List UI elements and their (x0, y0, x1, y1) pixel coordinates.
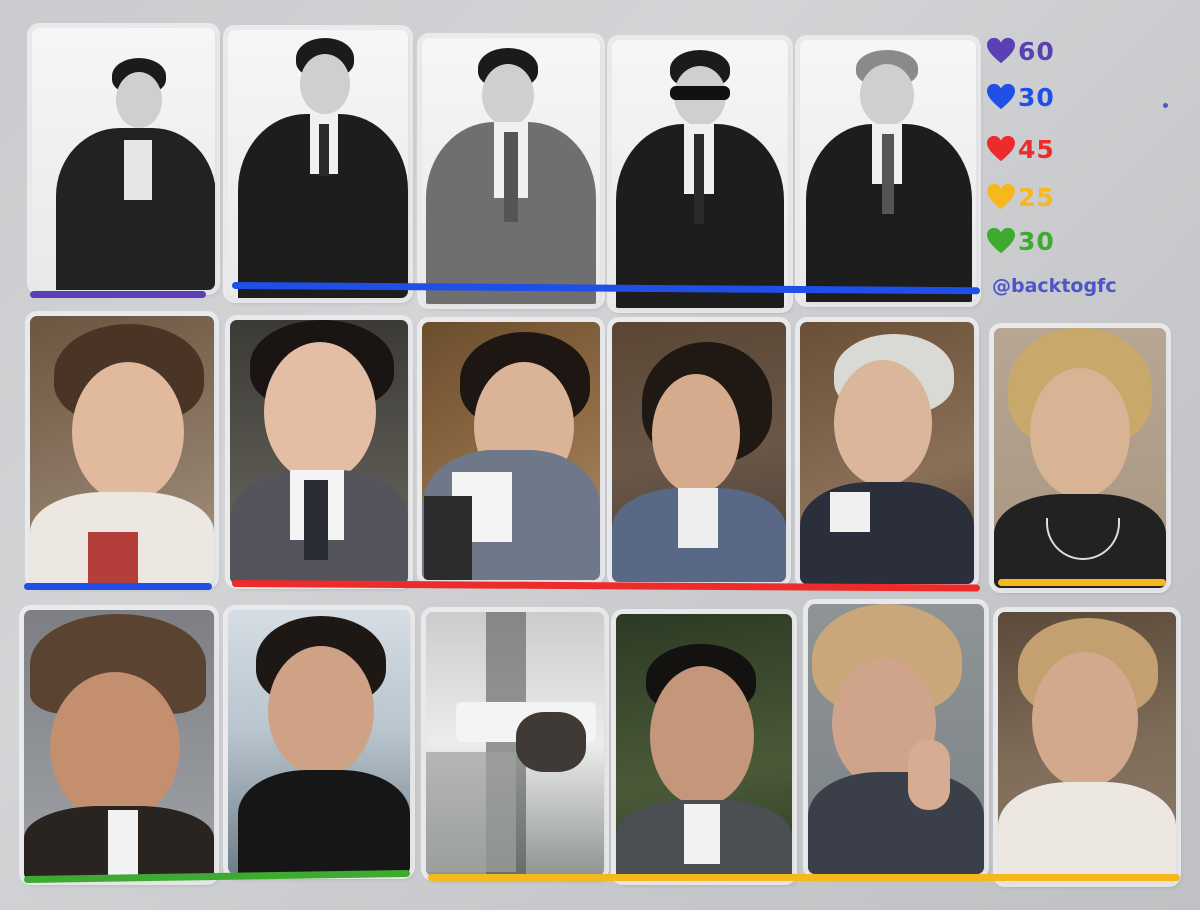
marker-line-purple (30, 291, 206, 298)
price-label: 25 (1018, 182, 1055, 212)
photocard-row3-1 (24, 610, 214, 880)
photocard-row3-3 (426, 612, 604, 876)
price-label: 30 (1018, 226, 1055, 256)
price-label: 45 (1018, 134, 1055, 164)
red-heart-icon (987, 135, 1015, 162)
photocard-row2-4 (612, 322, 786, 582)
photocard-row1-5 (800, 40, 976, 302)
photocard-row3-6 (998, 612, 1176, 882)
photocard-row1-3 (422, 38, 600, 304)
purple-heart-icon (987, 37, 1015, 64)
marker-line-blue (24, 583, 212, 590)
photocard-row1-2 (228, 30, 408, 298)
photocard-row1-1 (32, 28, 215, 290)
price-row-purple: 60 (986, 34, 1055, 68)
photocard-row1-4 (612, 40, 788, 308)
photocard-row2-3 (422, 322, 600, 580)
photocard-row2-5 (800, 322, 974, 584)
blue-heart-icon (987, 83, 1015, 110)
price-row-yellow: 25 (986, 180, 1055, 214)
seller-handle: @backtogfc (992, 275, 1117, 297)
marker-line-yellow (998, 579, 1166, 586)
photocard-row3-4 (616, 614, 792, 880)
photocard-row3-5 (808, 604, 984, 874)
photocard-row2-1 (30, 316, 214, 584)
price-label: 30 (1018, 82, 1055, 112)
price-label: 60 (1018, 36, 1055, 66)
marker-dot (1163, 103, 1168, 108)
photocard-row2-2 (230, 320, 408, 584)
yellow-heart-icon (987, 183, 1015, 210)
price-row-green: 30 (986, 224, 1055, 258)
price-row-red: 45 (986, 132, 1055, 166)
marker-line-yellow (428, 874, 1180, 881)
green-heart-icon (987, 227, 1015, 254)
photocard-row2-6 (994, 328, 1166, 588)
photocard-row3-2 (228, 610, 410, 874)
price-row-blue: 30 (986, 80, 1055, 114)
